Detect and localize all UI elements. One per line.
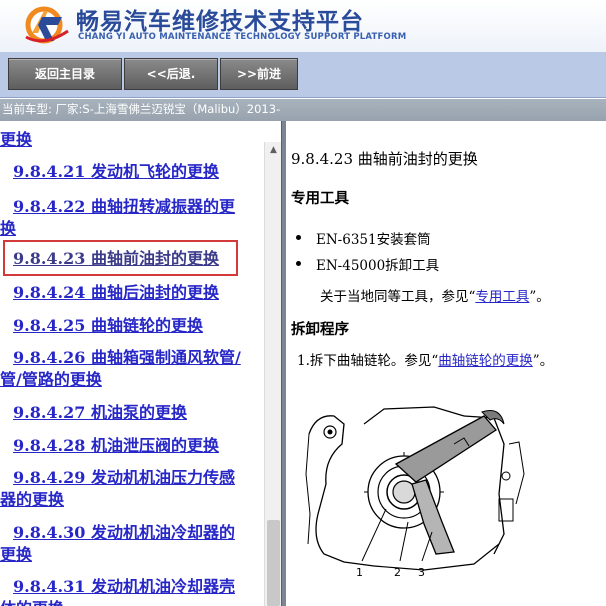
nav-item-9-8-4-26-cont[interactable]: 管/管路的更换 [0,369,260,391]
page-title: 9.8.4.23 曲轴前油封的更换 [291,150,478,168]
bullet-icon [296,261,301,266]
brand-logo-icon [25,6,69,44]
nav-item-9-8-4-26[interactable]: 9.8.4.26 曲轴箱强制通风软管/ [13,347,264,369]
nav-item-9-8-4-29[interactable]: 9.8.4.29 发动机机油压力传感 [13,467,264,489]
step-1: 1.拆下曲轴链轮。参见“曲轴链轮的更换”。 [297,349,553,369]
app-header: 畅易汽车维修技术支持平台 CHANG YI AUTO MAINTENANCE T… [0,0,606,52]
tools-note: 关于当地同等工具，参见“专用工具”。 [320,285,550,305]
toolbar: 返回主目录 <<后退. >>前进 [0,52,606,98]
seal-removal-illustration: 1 2 3 [305,406,525,579]
tools-note-suffix: ”。 [529,289,550,305]
home-button[interactable]: 返回主目录 [8,58,122,90]
figure-label-2: 2 [394,566,401,579]
left-nav-tree: 更换 9.8.4.21 发动机飞轮的更换 9.8.4.22 曲轴扭转减振器的更 … [0,121,264,606]
nav-item-9-8-4-30[interactable]: 9.8.4.30 发动机机油冷却器的 [13,522,264,544]
scroll-thumb[interactable] [267,520,280,606]
brand-title: 畅易汽车维修技术支持平台 [76,9,364,35]
crankshaft-sprocket-link[interactable]: 曲轴链轮的更换 [438,353,533,369]
nav-item-9-8-4-31[interactable]: 9.8.4.31 发动机机油冷却器壳 [13,576,264,598]
special-tools-link[interactable]: 专用工具 [475,289,529,305]
tools-note-prefix: 关于当地同等工具，参见“ [320,289,476,305]
nav-scrollbar[interactable]: ▲ [264,142,281,606]
nav-item-9-8-4-21[interactable]: 9.8.4.21 发动机飞轮的更换 [13,161,264,183]
brand-subtitle: CHANG YI AUTO MAINTENANCE TECHNOLOGY SUP… [78,32,407,42]
nav-item-9-8-4-31-cont[interactable]: 体的更换 [0,598,260,606]
removal-heading: 拆卸程序 [291,321,349,338]
figure-label-3: 3 [418,566,425,579]
nav-item-9-8-4-22[interactable]: 9.8.4.22 曲轴扭转减振器的更 [13,196,264,218]
tool-item-2: EN-45000拆卸工具 [316,258,440,274]
bullet-icon [296,235,301,240]
nav-item-continuation[interactable]: 更换 [0,129,260,151]
nav-item-9-8-4-25[interactable]: 9.8.4.25 曲轴链轮的更换 [13,315,264,337]
nav-item-9-8-4-28[interactable]: 9.8.4.28 机油泄压阀的更换 [13,435,264,457]
tool-item-1: EN-6351安装套筒 [316,232,431,248]
nav-item-9-8-4-29-cont[interactable]: 器的更换 [0,489,260,511]
back-button[interactable]: <<后退. [124,58,218,90]
forward-button[interactable]: >>前进 [220,58,298,90]
nav-item-9-8-4-23[interactable]: 9.8.4.23 曲轴前油封的更换 [13,248,264,270]
nav-item-9-8-4-27[interactable]: 9.8.4.27 机油泵的更换 [13,402,264,424]
nav-item-9-8-4-22-cont[interactable]: 换 [0,218,260,240]
content-pane: 9.8.4.23 曲轴前油封的更换 专用工具 EN-6351安装套筒 EN-45… [286,121,606,606]
nav-item-9-8-4-30-cont[interactable]: 更换 [0,544,260,566]
scroll-up-arrow-icon[interactable]: ▲ [265,142,282,158]
tools-heading: 专用工具 [291,190,349,207]
step-1-suffix: ”。 [532,353,554,369]
current-model-bar: 当前车型: 厂家:S-上海雪佛兰迈锐宝（Malibu）2013- [0,99,606,121]
figure-label-1: 1 [356,566,363,579]
step-1-prefix: 1.拆下曲轴链轮。参见“ [297,353,439,369]
nav-item-9-8-4-24[interactable]: 9.8.4.24 曲轴后油封的更换 [13,282,264,304]
